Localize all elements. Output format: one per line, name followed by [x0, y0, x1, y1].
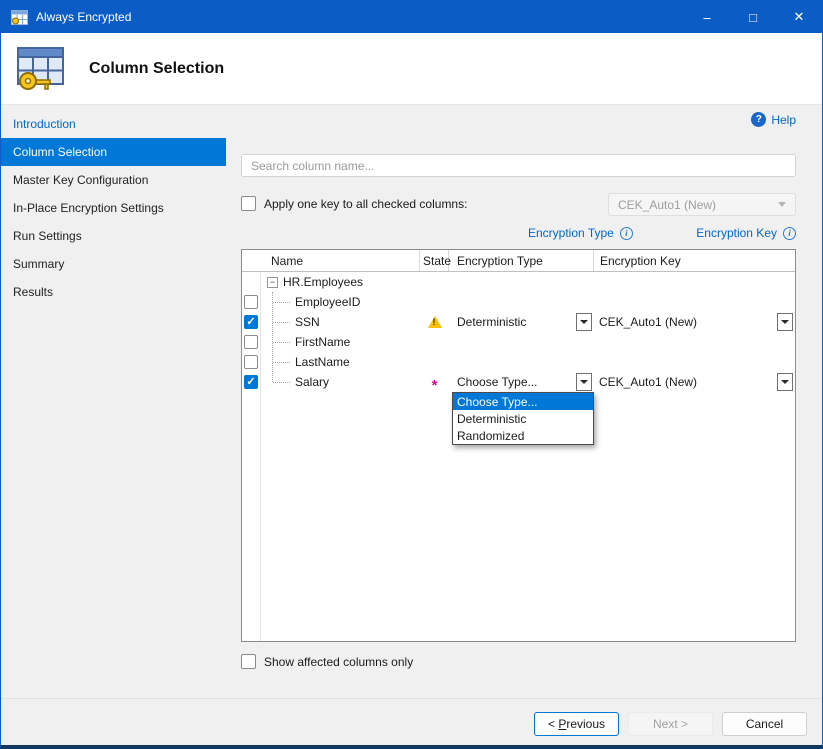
maximize-button[interactable]: □ — [730, 1, 776, 33]
tree-stub — [273, 362, 290, 363]
column-name-label: EmployeeID — [295, 295, 360, 309]
sidebar-item-introduction[interactable]: Introduction — [1, 110, 226, 138]
apply-one-key-row: Apply one key to all checked columns: — [241, 196, 467, 211]
tree-stub — [273, 342, 290, 343]
cancel-button[interactable]: Cancel — [722, 712, 807, 736]
show-affected-label: Show affected columns only — [264, 655, 413, 669]
employeeid-checkbox[interactable] — [244, 295, 258, 309]
sidebar-item-column-selection[interactable]: Column Selection — [1, 138, 226, 166]
cek-global-dropdown[interactable]: CEK_Auto1 (New) — [608, 193, 796, 216]
tree-connector-line — [272, 292, 273, 382]
column-name-label: SSN — [295, 315, 320, 329]
help-icon: ? — [751, 112, 766, 127]
main-content: ? Help Apply one key to all checked colu… — [226, 105, 822, 745]
column-name-label: LastName — [295, 355, 350, 369]
salary-encryption-key-dropdown-button[interactable] — [777, 373, 793, 391]
warning-icon — [428, 316, 442, 328]
chevron-down-icon — [778, 202, 786, 207]
encryption-type-dropdown-list: Choose Type... Deterministic Randomized — [452, 392, 594, 445]
sidebar-item-run-settings[interactable]: Run Settings — [1, 222, 226, 250]
encryption-key-info-icon[interactable]: i — [783, 227, 796, 240]
column-links-row: Encryption Type i Encryption Key i — [241, 226, 796, 242]
dropdown-option-choose-type[interactable]: Choose Type... — [453, 393, 593, 410]
required-icon: * — [432, 378, 438, 393]
cek-global-value: CEK_Auto1 (New) — [618, 198, 716, 212]
column-name-label: Salary — [295, 375, 329, 389]
tree-stub — [273, 302, 290, 303]
table-row-salary: Salary * Choose Type... CEK_Auto1 (New) — [242, 372, 795, 392]
always-encrypted-wizard-window: Always Encrypted – □ ✕ Column Selection — [0, 0, 823, 749]
dropdown-option-randomized[interactable]: Randomized — [453, 427, 593, 444]
col-header-name[interactable]: Name — [260, 250, 420, 271]
table-row-firstname: FirstName — [242, 332, 795, 352]
footer-divider — [1, 698, 822, 699]
encryption-key-link[interactable]: Encryption Key — [696, 226, 777, 240]
columns-grid: Name State Encryption Type Encryption Ke… — [241, 249, 796, 642]
ssn-encryption-type-value: Deterministic — [457, 315, 526, 329]
page-title: Column Selection — [89, 60, 224, 78]
window-title: Always Encrypted — [36, 10, 131, 24]
apply-one-key-label: Apply one key to all checked columns: — [264, 197, 467, 211]
table-row-lastname: LastName — [242, 352, 795, 372]
tree-collapse-icon[interactable] — [267, 277, 278, 288]
close-button[interactable]: ✕ — [776, 1, 822, 33]
col-header-encryption-type[interactable]: Encryption Type — [449, 250, 594, 271]
salary-encryption-key-value: CEK_Auto1 (New) — [599, 375, 697, 389]
sidebar-item-master-key-configuration[interactable]: Master Key Configuration — [1, 166, 226, 194]
app-icon — [11, 10, 28, 25]
wizard-steps-sidebar: Introduction Column Selection Master Key… — [1, 105, 226, 745]
lastname-checkbox[interactable] — [244, 355, 258, 369]
show-affected-row: Show affected columns only — [241, 654, 413, 669]
minimize-button[interactable]: – — [684, 1, 730, 33]
salary-checkbox[interactable] — [244, 375, 258, 389]
table-key-icon — [13, 45, 67, 93]
salary-encryption-type-value: Choose Type... — [457, 375, 538, 389]
ssn-encryption-key-dropdown-button[interactable] — [777, 313, 793, 331]
table-group-row: HR.Employees — [242, 272, 795, 292]
sidebar-item-summary[interactable]: Summary — [1, 250, 226, 278]
column-name-label: FirstName — [295, 335, 350, 349]
col-header-encryption-key[interactable]: Encryption Key — [594, 250, 795, 271]
search-input[interactable] — [241, 154, 796, 177]
dropdown-option-deterministic[interactable]: Deterministic — [453, 410, 593, 427]
window-controls: – □ ✕ — [684, 1, 822, 33]
wizard-header: Column Selection — [1, 33, 822, 105]
ssn-checkbox[interactable] — [244, 315, 258, 329]
encryption-type-link[interactable]: Encryption Type — [528, 226, 614, 240]
table-group-label: HR.Employees — [283, 275, 363, 289]
table-row-employeeid: EmployeeID — [242, 292, 795, 312]
previous-button[interactable]: < Previous — [534, 712, 619, 736]
ssn-encryption-type-dropdown-button[interactable] — [576, 313, 592, 331]
tree-stub — [273, 382, 290, 383]
show-affected-checkbox[interactable] — [241, 654, 256, 669]
help-label: Help — [771, 113, 796, 127]
footer-buttons: < Previous Next > Cancel — [534, 712, 807, 736]
tree-stub — [273, 322, 290, 323]
salary-encryption-type-dropdown-button[interactable] — [576, 373, 592, 391]
checkbox-column-separator — [260, 250, 261, 641]
table-row-ssn: SSN Deterministic CEK_Auto1 (New) — [242, 312, 795, 332]
firstname-checkbox[interactable] — [244, 335, 258, 349]
sidebar-item-in-place-encryption-settings[interactable]: In-Place Encryption Settings — [1, 194, 226, 222]
ssn-encryption-key-value: CEK_Auto1 (New) — [599, 315, 697, 329]
titlebar: Always Encrypted – □ ✕ — [1, 1, 822, 33]
next-button[interactable]: Next > — [628, 712, 713, 736]
apply-one-key-checkbox[interactable] — [241, 196, 256, 211]
col-header-state[interactable]: State — [420, 250, 449, 271]
grid-header-row: Name State Encryption Type Encryption Ke… — [242, 250, 795, 272]
encryption-type-info-icon[interactable]: i — [620, 227, 633, 240]
sidebar-item-results[interactable]: Results — [1, 278, 226, 306]
col-header-checkbox — [242, 250, 260, 271]
help-link[interactable]: ? Help — [751, 112, 796, 127]
